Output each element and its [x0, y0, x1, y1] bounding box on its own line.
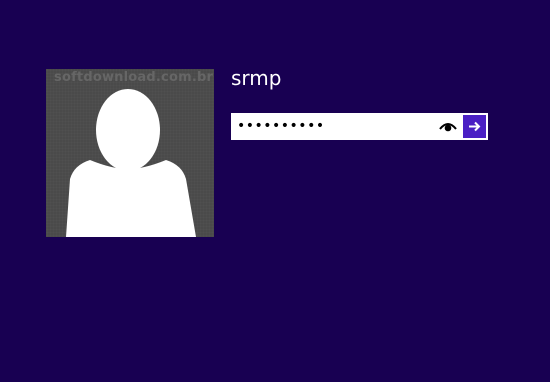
lock-screen: softdownload.com.br srmp •••••••••• — [0, 0, 550, 382]
arrow-right-icon — [469, 121, 481, 132]
watermark-text: softdownload.com.br — [54, 70, 214, 85]
eye-icon — [439, 123, 457, 132]
password-field[interactable]: •••••••••• — [231, 113, 488, 140]
submit-button[interactable] — [463, 115, 486, 138]
user-avatar: softdownload.com.br — [46, 69, 214, 237]
user-silhouette-icon — [66, 89, 196, 237]
reveal-password-button[interactable] — [437, 117, 459, 136]
password-value[interactable]: •••••••••• — [237, 117, 325, 135]
username-label: srmp — [231, 66, 282, 90]
